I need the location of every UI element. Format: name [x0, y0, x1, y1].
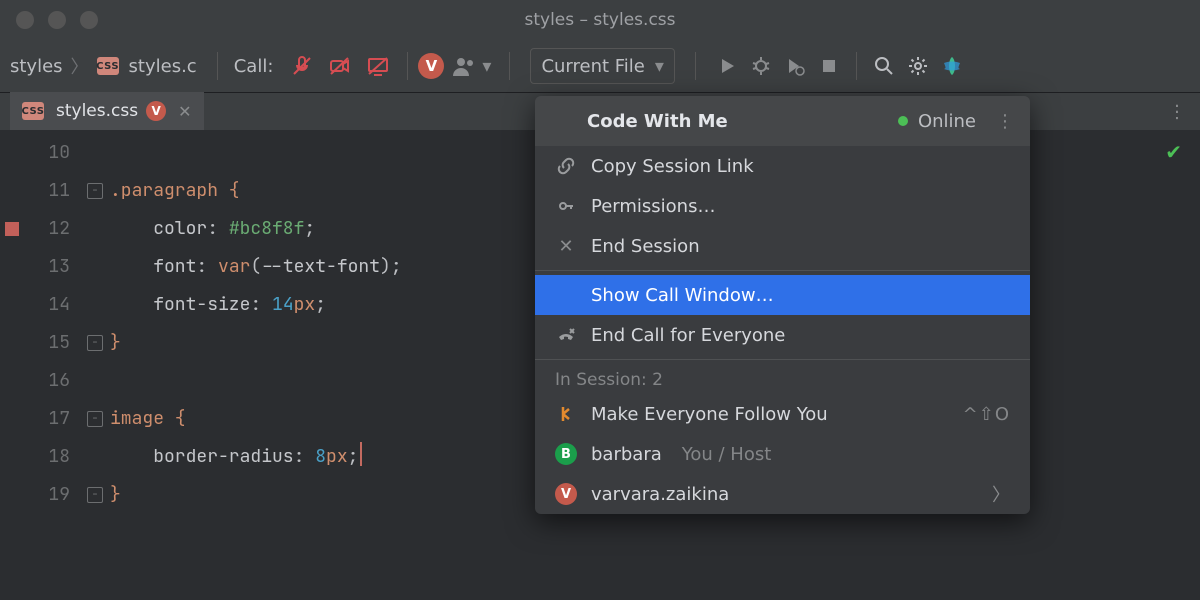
close-tab-icon[interactable]: ✕	[178, 102, 191, 121]
hangup-icon	[555, 325, 577, 345]
chevron-right-icon: 〉	[69, 53, 91, 79]
toolbar-separator	[407, 52, 408, 80]
tab-filename: styles.css	[56, 101, 138, 121]
color-swatch-icon[interactable]	[5, 222, 19, 236]
link-icon	[555, 157, 577, 175]
other-cursor-icon	[360, 442, 362, 466]
toolbar-separator	[856, 52, 857, 80]
follow-icon	[555, 405, 577, 423]
minimize-window-icon[interactable]	[48, 11, 66, 29]
copy-session-link[interactable]: Copy Session Link	[535, 146, 1030, 186]
fold-close-icon[interactable]: −	[87, 487, 103, 503]
fold-close-icon[interactable]: −	[87, 335, 103, 351]
avatar-b: B	[555, 443, 577, 465]
tab-styles-css[interactable]: CSS styles.css V ✕	[10, 92, 204, 132]
toolbar-separator	[695, 52, 696, 80]
main-toolbar: styles 〉 CSS styles.c Call: V ▾ Current …	[0, 40, 1200, 93]
show-call-window[interactable]: Show Call Window…	[535, 275, 1030, 315]
make-everyone-follow[interactable]: Make Everyone Follow You ^⇧O	[535, 394, 1030, 434]
debug-button[interactable]	[744, 49, 778, 83]
permissions[interactable]: Permissions…	[535, 186, 1030, 226]
settings-button[interactable]	[901, 49, 935, 83]
fold-toggle-icon[interactable]: −	[87, 411, 103, 427]
window-titlebar: styles – styles.css	[0, 0, 1200, 40]
camera-off-icon[interactable]	[327, 53, 353, 79]
popup-separator	[535, 270, 1030, 271]
key-icon	[555, 197, 577, 215]
line-numbers: 10 11 12 13 14 15 16 17 18 19	[24, 130, 84, 600]
people-dropdown[interactable]: ▾	[452, 56, 491, 77]
shortcut-label: ^⇧O	[963, 404, 1010, 425]
tab-options-icon[interactable]: ⋮	[1168, 102, 1186, 123]
tab-participant-avatar: V	[146, 101, 166, 121]
run-with-coverage-button[interactable]	[778, 49, 812, 83]
popup-options-icon[interactable]: ⋮	[996, 111, 1014, 132]
participant-barbara[interactable]: B barbara You / Host	[535, 434, 1030, 474]
css-file-icon: CSS	[97, 57, 119, 75]
call-label: Call:	[234, 56, 274, 77]
zoom-window-icon[interactable]	[80, 11, 98, 29]
toolbar-separator	[217, 52, 218, 80]
window-title: styles – styles.css	[524, 10, 675, 30]
code-with-me-popup: Code With Me Online ⋮ Copy Session Link …	[535, 96, 1030, 514]
chevron-down-icon: ▾	[655, 56, 664, 77]
search-button[interactable]	[867, 49, 901, 83]
online-dot-icon	[898, 116, 908, 126]
no-problems-icon[interactable]: ✔	[1165, 140, 1182, 164]
breadcrumb-file: styles.c	[129, 56, 197, 77]
session-heading: In Session: 2	[535, 364, 1030, 394]
end-session[interactable]: ✕ End Session	[535, 226, 1030, 266]
participant-varvara[interactable]: V varvara.zaikina 〉	[535, 474, 1030, 514]
close-icon: ✕	[555, 236, 577, 257]
popup-separator	[535, 359, 1030, 360]
mic-muted-icon[interactable]	[289, 53, 315, 79]
run-config-label: Current File	[541, 56, 644, 77]
breadcrumb[interactable]: styles 〉 CSS styles.c	[0, 53, 207, 79]
run-config-dropdown[interactable]: Current File ▾	[530, 48, 675, 84]
run-button[interactable]	[710, 49, 744, 83]
end-call-everyone[interactable]: End Call for Everyone	[535, 315, 1030, 355]
toolbar-separator	[509, 52, 510, 80]
popup-header: Code With Me Online ⋮	[535, 96, 1030, 146]
fold-gutter: − − − −	[84, 130, 106, 600]
participant-avatar-v[interactable]: V	[418, 53, 444, 79]
avatar-v: V	[555, 483, 577, 505]
popup-title: Code With Me	[551, 111, 898, 132]
chevron-right-icon: 〉	[992, 481, 1010, 507]
connection-status: Online	[898, 111, 976, 132]
role-label: You / Host	[682, 444, 772, 465]
css-file-icon: CSS	[22, 102, 44, 120]
marker-gutter	[0, 130, 24, 600]
chevron-down-icon: ▾	[482, 56, 491, 77]
fold-toggle-icon[interactable]: −	[87, 183, 103, 199]
close-window-icon[interactable]	[16, 11, 34, 29]
traffic-lights	[0, 11, 98, 29]
stop-button[interactable]	[812, 49, 846, 83]
code-with-me-icon[interactable]	[935, 49, 969, 83]
screen-share-off-icon[interactable]	[365, 53, 391, 79]
breadcrumb-root: styles	[10, 56, 63, 77]
